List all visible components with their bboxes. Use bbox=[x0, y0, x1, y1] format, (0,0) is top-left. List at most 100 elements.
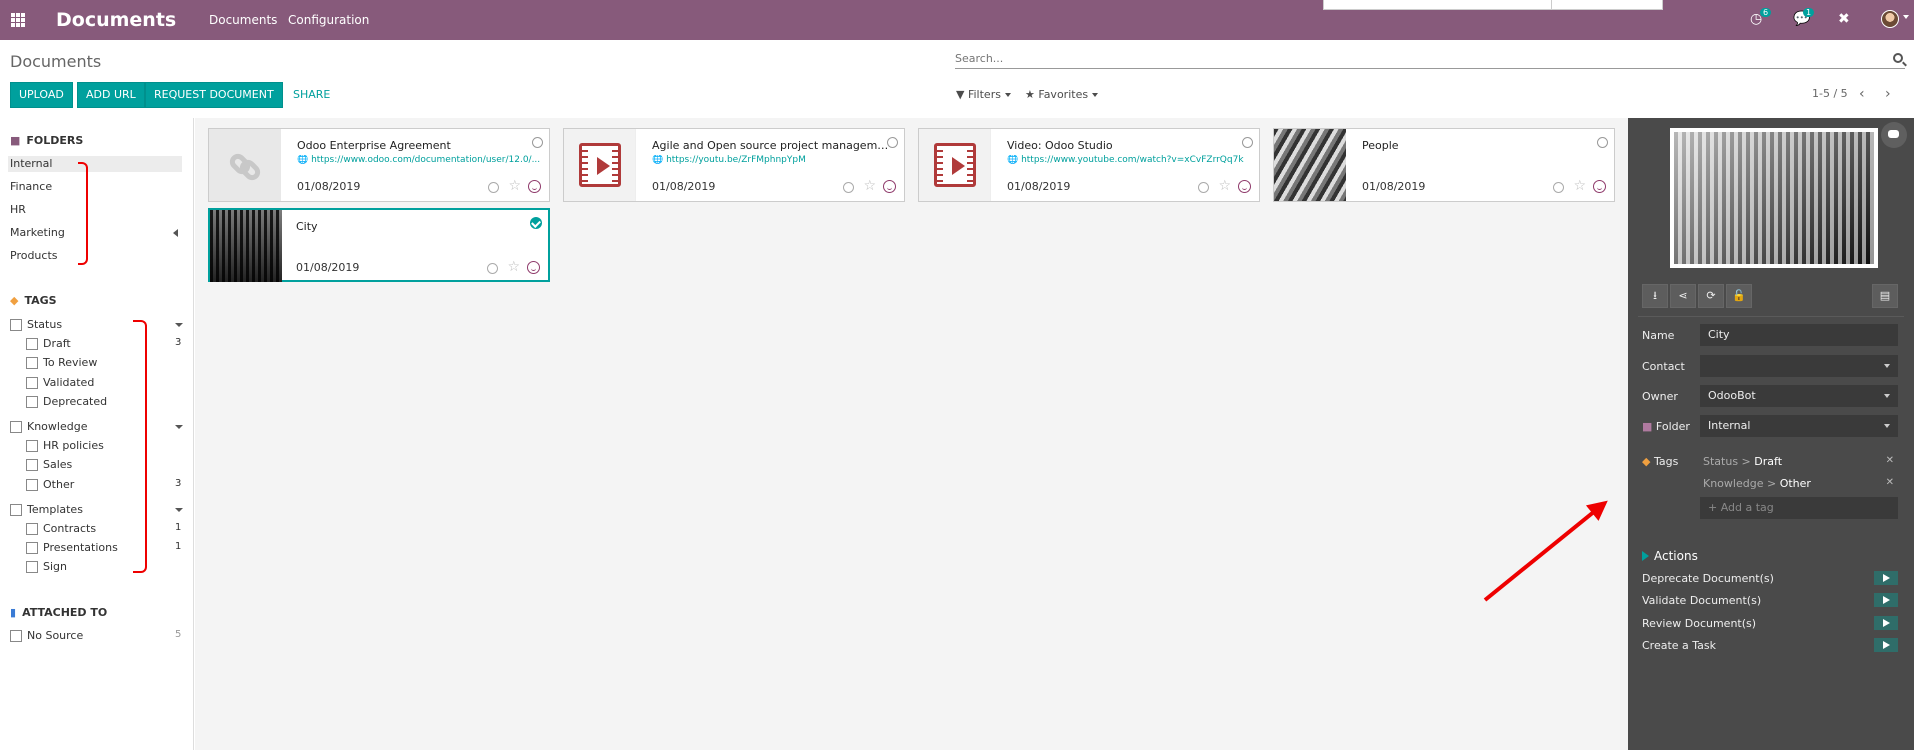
checkbox[interactable] bbox=[10, 319, 22, 331]
tag-item-validated[interactable]: Validated bbox=[26, 376, 94, 392]
remove-tag-icon[interactable]: ✕ bbox=[1886, 455, 1894, 466]
user-avatar[interactable] bbox=[1881, 10, 1899, 28]
checkbox[interactable] bbox=[26, 542, 38, 554]
download-icon[interactable]: ⭳ bbox=[1642, 284, 1668, 308]
select-radio[interactable] bbox=[887, 137, 898, 148]
contact-field[interactable] bbox=[1700, 355, 1898, 377]
folder-field[interactable]: Internal bbox=[1700, 415, 1898, 437]
add-tag-input[interactable]: + Add a tag bbox=[1700, 497, 1898, 519]
card-url[interactable]: 🌐 https://www.youtube.com/watch?v=xCvFZr… bbox=[1007, 155, 1252, 165]
tag-group-status[interactable]: Status bbox=[10, 318, 62, 334]
card-url[interactable]: 🌐 https://youtu.be/ZrFMphnpYpM bbox=[652, 155, 897, 165]
lock-icon[interactable]: 🔓 bbox=[1726, 284, 1752, 308]
pager-next-icon[interactable]: › bbox=[1885, 86, 1891, 102]
tag-chip[interactable]: Status > Draft ✕ bbox=[1703, 455, 1898, 468]
smiley-icon[interactable] bbox=[883, 180, 896, 193]
play-icon[interactable] bbox=[1874, 571, 1898, 585]
document-card[interactable]: Odoo Enterprise Agreement 🌐 https://www.… bbox=[208, 128, 550, 202]
select-radio[interactable] bbox=[532, 137, 543, 148]
clock-icon[interactable] bbox=[843, 182, 854, 193]
document-card[interactable]: People 01/08/2019 ☆ bbox=[1273, 128, 1615, 202]
debug-tools-icon[interactable]: ✖ bbox=[1838, 11, 1850, 27]
card-url[interactable]: 🌐 https://www.odoo.com/documentation/use… bbox=[297, 155, 542, 165]
checkbox[interactable] bbox=[26, 377, 38, 389]
star-icon[interactable]: ☆ bbox=[1218, 178, 1231, 194]
checkbox[interactable] bbox=[26, 357, 38, 369]
share-button[interactable]: SHARE bbox=[293, 88, 330, 101]
document-card[interactable]: Agile and Open source project manageme..… bbox=[563, 128, 905, 202]
action-deprecate[interactable]: Deprecate Document(s) bbox=[1642, 572, 1774, 585]
favorites-dropdown[interactable]: ★ Favorites bbox=[1025, 88, 1099, 101]
action-create-task[interactable]: Create a Task bbox=[1642, 639, 1716, 652]
tag-item-draft[interactable]: Draft bbox=[26, 337, 71, 353]
smiley-icon[interactable] bbox=[528, 180, 541, 193]
checkbox[interactable] bbox=[26, 561, 38, 573]
tag-group-knowledge[interactable]: Knowledge bbox=[10, 420, 87, 436]
action-review[interactable]: Review Document(s) bbox=[1642, 617, 1756, 630]
menu-configuration[interactable]: Configuration bbox=[288, 13, 369, 27]
share-icon[interactable]: ⋖ bbox=[1670, 284, 1696, 308]
play-icon[interactable] bbox=[1874, 593, 1898, 607]
chat-icon[interactable] bbox=[1881, 122, 1907, 148]
smiley-icon[interactable] bbox=[527, 261, 540, 274]
document-preview[interactable] bbox=[1670, 128, 1878, 268]
folder-item-internal[interactable]: Internal bbox=[8, 156, 182, 172]
play-icon[interactable] bbox=[1874, 616, 1898, 630]
name-field[interactable]: City bbox=[1700, 324, 1898, 346]
selected-check-icon[interactable] bbox=[530, 217, 542, 229]
tag-item-other[interactable]: Other bbox=[26, 478, 74, 494]
folder-item-products[interactable]: Products bbox=[8, 248, 182, 264]
replace-icon[interactable]: ⟳ bbox=[1698, 284, 1724, 308]
checkbox[interactable] bbox=[26, 479, 38, 491]
chevron-down-icon[interactable] bbox=[175, 425, 183, 429]
owner-field[interactable]: OdooBot bbox=[1700, 385, 1898, 407]
search-bar[interactable] bbox=[955, 51, 1905, 69]
checkbox[interactable] bbox=[26, 440, 38, 452]
add-url-button[interactable]: ADD URL bbox=[77, 82, 145, 108]
tag-item-deprecated[interactable]: Deprecated bbox=[26, 395, 107, 411]
star-icon[interactable]: ☆ bbox=[508, 178, 521, 194]
upload-button[interactable]: UPLOAD bbox=[10, 82, 73, 108]
checkbox[interactable] bbox=[10, 421, 22, 433]
clock-icon[interactable] bbox=[1553, 182, 1564, 193]
tag-item-presentations[interactable]: Presentations bbox=[26, 541, 118, 557]
archive-icon[interactable]: ▤ bbox=[1872, 284, 1898, 308]
select-radio[interactable] bbox=[1242, 137, 1253, 148]
checkbox[interactable] bbox=[10, 504, 22, 516]
apps-menu-icon[interactable] bbox=[11, 13, 25, 27]
tag-item-contracts[interactable]: Contracts bbox=[26, 522, 96, 538]
tag-item-sales[interactable]: Sales bbox=[26, 458, 72, 474]
search-input[interactable] bbox=[955, 52, 1875, 65]
menu-documents[interactable]: Documents bbox=[209, 13, 277, 27]
smiley-icon[interactable] bbox=[1238, 180, 1251, 193]
folder-item-marketing[interactable]: Marketing bbox=[8, 225, 182, 241]
checkbox[interactable] bbox=[26, 523, 38, 535]
checkbox[interactable] bbox=[26, 396, 38, 408]
select-radio[interactable] bbox=[1597, 137, 1608, 148]
document-card-selected[interactable]: City 01/08/2019 ☆ bbox=[208, 208, 550, 282]
folder-item-hr[interactable]: HR bbox=[8, 202, 182, 218]
tag-group-templates[interactable]: Templates bbox=[10, 503, 83, 519]
star-icon[interactable]: ☆ bbox=[507, 259, 520, 275]
filters-dropdown[interactable]: ▼ Filters bbox=[956, 88, 1011, 101]
action-validate[interactable]: Validate Document(s) bbox=[1642, 594, 1761, 607]
checkbox[interactable] bbox=[26, 338, 38, 350]
document-card[interactable]: Video: Odoo Studio 🌐 https://www.youtube… bbox=[918, 128, 1260, 202]
checkbox[interactable] bbox=[10, 630, 22, 642]
chevron-down-icon[interactable] bbox=[175, 323, 183, 327]
tag-chip[interactable]: Knowledge > Other ✕ bbox=[1703, 477, 1898, 490]
marketing-expand-icon[interactable] bbox=[173, 229, 178, 237]
checkbox[interactable] bbox=[26, 459, 38, 471]
messages-icon[interactable]: 💬 1 bbox=[1793, 8, 1815, 27]
star-icon[interactable]: ☆ bbox=[1573, 178, 1586, 194]
pager-previous-icon[interactable]: ‹ bbox=[1859, 86, 1865, 102]
tag-item-to-review[interactable]: To Review bbox=[26, 356, 97, 372]
user-menu-caret-icon[interactable] bbox=[1903, 15, 1909, 19]
request-document-button[interactable]: REQUEST DOCUMENT bbox=[145, 82, 283, 108]
smiley-icon[interactable] bbox=[1593, 180, 1606, 193]
star-icon[interactable]: ☆ bbox=[863, 178, 876, 194]
tag-item-sign[interactable]: Sign bbox=[26, 560, 67, 576]
attached-no-source[interactable]: No Source bbox=[10, 629, 83, 645]
clock-icon[interactable] bbox=[488, 182, 499, 193]
tag-item-hr-policies[interactable]: HR policies bbox=[26, 439, 104, 455]
